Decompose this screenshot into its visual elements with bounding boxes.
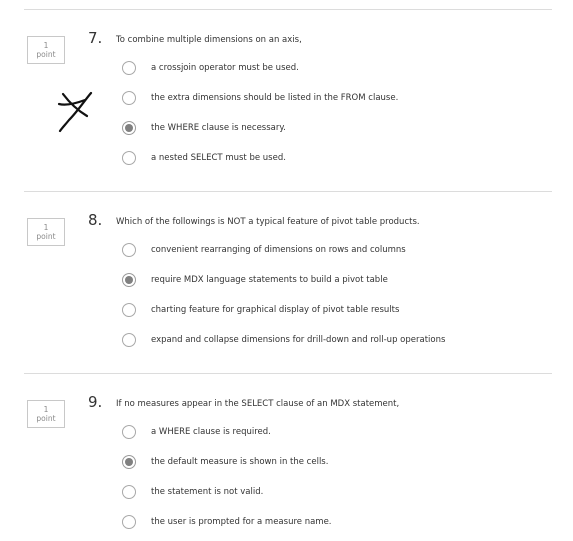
points-label: point bbox=[36, 232, 56, 241]
option[interactable]: charting feature for graphical display o… bbox=[122, 303, 542, 319]
radio-button-selected[interactable] bbox=[122, 455, 136, 469]
points-value: 1 bbox=[43, 405, 49, 414]
radio-button[interactable] bbox=[122, 91, 136, 105]
option-label[interactable]: convenient rearranging of dimensions on … bbox=[151, 245, 406, 256]
radio-button-selected[interactable] bbox=[122, 121, 136, 135]
option[interactable]: a WHERE clause is required. bbox=[122, 425, 542, 441]
option-selected[interactable]: require MDX language statements to build… bbox=[122, 273, 542, 289]
radio-button[interactable] bbox=[122, 515, 136, 529]
option[interactable]: a nested SELECT must be used. bbox=[122, 151, 542, 167]
points-value: 1 bbox=[43, 223, 49, 232]
option-selected[interactable]: the default measure is shown in the cell… bbox=[122, 455, 542, 471]
radio-button[interactable] bbox=[122, 425, 136, 439]
radio-button[interactable] bbox=[122, 485, 136, 499]
points-box: 1 point bbox=[27, 400, 65, 428]
option[interactable]: expand and collapse dimensions for drill… bbox=[122, 333, 542, 349]
points-value: 1 bbox=[43, 41, 49, 50]
option-label[interactable]: a WHERE clause is required. bbox=[151, 427, 271, 438]
option-label[interactable]: the WHERE clause is necessary. bbox=[151, 123, 286, 134]
option-label[interactable]: a nested SELECT must be used. bbox=[151, 153, 286, 164]
points-box: 1 point bbox=[27, 218, 65, 246]
points-label: point bbox=[36, 414, 56, 423]
option[interactable]: the user is prompted for a measure name. bbox=[122, 515, 542, 531]
option[interactable]: convenient rearranging of dimensions on … bbox=[122, 243, 542, 259]
question-9: 1 point 9. If no measures appear in the … bbox=[0, 364, 573, 529]
option-label[interactable]: require MDX language statements to build… bbox=[151, 275, 388, 286]
option[interactable]: the extra dimensions should be listed in… bbox=[122, 91, 542, 107]
question-number: 9. bbox=[88, 393, 103, 411]
radio-dot bbox=[125, 458, 133, 466]
question-prompt: Which of the followings is NOT a typical… bbox=[116, 217, 420, 227]
question-prompt: To combine multiple dimensions on an axi… bbox=[116, 35, 302, 45]
option-label[interactable]: charting feature for graphical display o… bbox=[151, 305, 399, 316]
radio-button[interactable] bbox=[122, 303, 136, 317]
question-prompt: If no measures appear in the SELECT clau… bbox=[116, 399, 400, 409]
option-label[interactable]: expand and collapse dimensions for drill… bbox=[151, 335, 445, 346]
radio-button[interactable] bbox=[122, 333, 136, 347]
radio-button[interactable] bbox=[122, 61, 136, 75]
points-box: 1 point bbox=[27, 36, 65, 64]
handwritten-x-mark-icon bbox=[57, 91, 93, 133]
option[interactable]: a crossjoin operator must be used. bbox=[122, 61, 542, 77]
option-label[interactable]: the user is prompted for a measure name. bbox=[151, 517, 332, 528]
option-label[interactable]: the extra dimensions should be listed in… bbox=[151, 93, 398, 104]
radio-dot bbox=[125, 276, 133, 284]
question-number: 7. bbox=[88, 29, 103, 47]
option-label[interactable]: the statement is not valid. bbox=[151, 487, 263, 498]
option-selected[interactable]: the WHERE clause is necessary. bbox=[122, 121, 542, 137]
points-label: point bbox=[36, 50, 56, 59]
radio-button[interactable] bbox=[122, 151, 136, 165]
option-label[interactable]: the default measure is shown in the cell… bbox=[151, 457, 328, 468]
question-number: 8. bbox=[88, 211, 103, 229]
radio-button[interactable] bbox=[122, 243, 136, 257]
radio-dot bbox=[125, 124, 133, 132]
option-label[interactable]: a crossjoin operator must be used. bbox=[151, 63, 299, 74]
question-8: 1 point 8. Which of the followings is NO… bbox=[0, 182, 573, 347]
radio-button-selected[interactable] bbox=[122, 273, 136, 287]
option[interactable]: the statement is not valid. bbox=[122, 485, 542, 501]
